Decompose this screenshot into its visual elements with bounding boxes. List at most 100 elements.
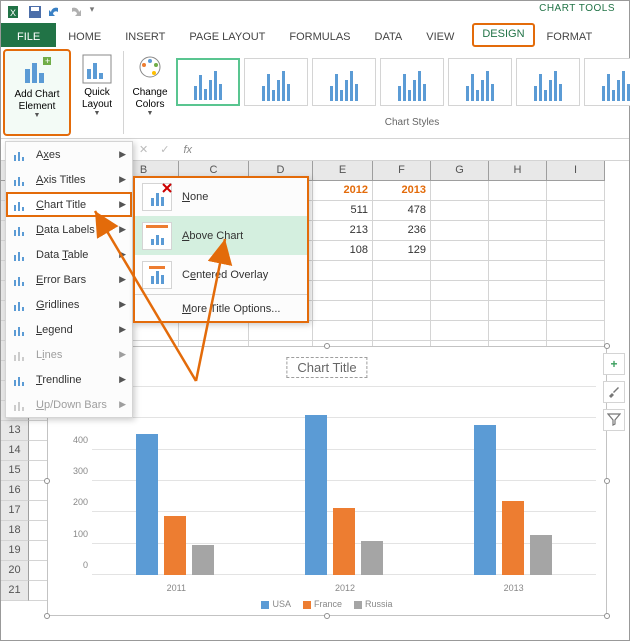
cell[interactable]: [547, 221, 605, 241]
chart-style-thumb[interactable]: [516, 58, 580, 106]
enter-icon[interactable]: ✓: [154, 143, 175, 156]
resize-handle[interactable]: [604, 478, 610, 484]
cell[interactable]: 511: [313, 201, 373, 221]
resize-handle[interactable]: [44, 613, 50, 619]
row-header[interactable]: 13: [1, 421, 29, 441]
chart-style-thumb[interactable]: [244, 58, 308, 106]
resize-handle[interactable]: [604, 613, 610, 619]
cell[interactable]: [431, 181, 489, 201]
column-header[interactable]: F: [373, 161, 431, 181]
fx-label[interactable]: fx: [175, 144, 200, 156]
menu-item-trendline[interactable]: Trendline▶: [6, 367, 132, 392]
menu-item-axes[interactable]: Axes▶: [6, 142, 132, 167]
cell[interactable]: 2013: [373, 181, 431, 201]
tab-file[interactable]: FILE: [1, 23, 56, 47]
cell[interactable]: [431, 281, 489, 301]
row-header[interactable]: 17: [1, 501, 29, 521]
cell[interactable]: [547, 201, 605, 221]
cell[interactable]: [547, 281, 605, 301]
tab-design[interactable]: DESIGN: [472, 23, 534, 47]
cell[interactable]: [373, 321, 431, 341]
chart-title-placeholder[interactable]: Chart Title: [286, 357, 367, 378]
cell[interactable]: [489, 201, 547, 221]
cell[interactable]: [313, 281, 373, 301]
chart-style-thumb[interactable]: [448, 58, 512, 106]
legend-entry[interactable]: USA: [261, 599, 291, 609]
chart-elements-button[interactable]: +: [603, 353, 625, 375]
cell[interactable]: [431, 321, 489, 341]
tab-format[interactable]: FORMAT: [535, 23, 605, 47]
cell[interactable]: 213: [313, 221, 373, 241]
cell[interactable]: [313, 261, 373, 281]
cell[interactable]: [547, 261, 605, 281]
column-header[interactable]: E: [313, 161, 373, 181]
menu-item-legend[interactable]: Legend▶: [6, 317, 132, 342]
bar-usa[interactable]: [305, 415, 327, 575]
menu-item-chart-title[interactable]: Chart Title▶: [6, 192, 132, 217]
tab-insert[interactable]: INSERT: [113, 23, 177, 47]
cancel-icon[interactable]: ✕: [133, 143, 154, 156]
row-header[interactable]: 18: [1, 521, 29, 541]
cell[interactable]: [431, 201, 489, 221]
qat-customize-icon[interactable]: ▾: [87, 4, 97, 20]
tab-formulas[interactable]: FORMULAS: [277, 23, 362, 47]
resize-handle[interactable]: [324, 343, 330, 349]
chart-style-thumb[interactable]: [584, 58, 630, 106]
row-header[interactable]: 14: [1, 441, 29, 461]
cell[interactable]: [313, 321, 373, 341]
cell[interactable]: [373, 281, 431, 301]
resize-handle[interactable]: [44, 478, 50, 484]
cell[interactable]: [179, 321, 249, 341]
cell[interactable]: [547, 241, 605, 261]
cell[interactable]: 2012: [313, 181, 373, 201]
cell[interactable]: 236: [373, 221, 431, 241]
cell[interactable]: [373, 261, 431, 281]
chart-title-centered-overlay[interactable]: Centered Overlay: [134, 255, 308, 294]
row-header[interactable]: 20: [1, 561, 29, 581]
tab-home[interactable]: HOME: [56, 23, 113, 47]
cell[interactable]: 478: [373, 201, 431, 221]
menu-item-data-table[interactable]: Data Table▶: [6, 242, 132, 267]
column-header[interactable]: I: [547, 161, 605, 181]
chart-legend[interactable]: USAFranceRussia: [48, 599, 606, 609]
chart-title-none[interactable]: None: [134, 177, 308, 216]
row-header[interactable]: 21: [1, 581, 29, 601]
chart-title-more-options[interactable]: More Title Options...: [134, 294, 308, 322]
tab-view[interactable]: VIEW: [414, 23, 466, 47]
chart-styles-button[interactable]: [603, 381, 625, 403]
cell[interactable]: [249, 321, 313, 341]
cell[interactable]: [489, 281, 547, 301]
menu-item-axis-titles[interactable]: Axis Titles▶: [6, 167, 132, 192]
resize-handle[interactable]: [324, 613, 330, 619]
cell[interactable]: [547, 321, 605, 341]
add-chart-element-button[interactable]: + Add Chart Element ▼: [3, 49, 71, 136]
cell[interactable]: [489, 221, 547, 241]
undo-icon[interactable]: [47, 4, 63, 20]
chart-style-thumb[interactable]: [176, 58, 240, 106]
tab-data[interactable]: DATA: [363, 23, 415, 47]
column-header[interactable]: H: [489, 161, 547, 181]
legend-entry[interactable]: Russia: [354, 599, 393, 609]
change-colors-button[interactable]: Change Colors ▼: [126, 47, 174, 138]
cell[interactable]: 129: [373, 241, 431, 261]
cell[interactable]: [489, 321, 547, 341]
cell[interactable]: [373, 301, 431, 321]
row-header[interactable]: 19: [1, 541, 29, 561]
chart-filters-button[interactable]: [603, 409, 625, 431]
cell[interactable]: [547, 301, 605, 321]
cell[interactable]: [431, 241, 489, 261]
bar-france[interactable]: [333, 508, 355, 575]
bar-france[interactable]: [502, 501, 524, 575]
resize-handle[interactable]: [604, 343, 610, 349]
menu-item-error-bars[interactable]: Error Bars▶: [6, 267, 132, 292]
chart-title-above-chart[interactable]: Above Chart: [134, 216, 308, 255]
cell[interactable]: [547, 181, 605, 201]
plot-area[interactable]: 0100200300400500600201120122013: [92, 389, 596, 575]
cell[interactable]: [489, 301, 547, 321]
bar-russia[interactable]: [530, 535, 552, 575]
bar-russia[interactable]: [192, 545, 214, 575]
row-header[interactable]: 16: [1, 481, 29, 501]
save-icon[interactable]: [27, 4, 43, 20]
chart-style-thumb[interactable]: [380, 58, 444, 106]
tab-page-layout[interactable]: PAGE LAYOUT: [177, 23, 277, 47]
